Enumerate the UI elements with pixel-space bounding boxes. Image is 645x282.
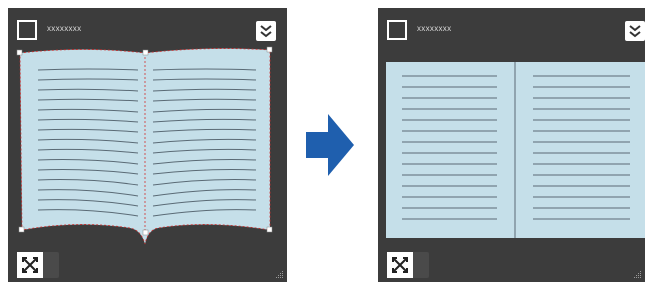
- crossed-arrows-icon: [392, 257, 408, 273]
- warp-panel-after: xxxxxxxx: [378, 8, 645, 282]
- toggle-knob[interactable]: [17, 252, 43, 278]
- handle-top-left: [16, 49, 23, 56]
- resize-grip-icon[interactable]: [632, 269, 642, 279]
- warp-panel-before: xxxxxxxx: [8, 8, 287, 282]
- handle-bottom-right: [266, 226, 273, 233]
- curved-page-canvas[interactable]: [8, 8, 287, 282]
- flat-page-canvas[interactable]: [378, 8, 645, 282]
- handle-top-right: [266, 46, 273, 53]
- arrow-right-icon: [306, 114, 354, 176]
- handle-bottom-center: [142, 229, 149, 236]
- crossed-arrows-icon: [22, 257, 38, 273]
- warp-toggle[interactable]: [387, 252, 429, 278]
- toggle-knob[interactable]: [387, 252, 413, 278]
- resize-grip-icon[interactable]: [274, 269, 284, 279]
- handle-bottom-left: [18, 226, 25, 233]
- handle-top-center: [142, 49, 149, 56]
- warp-toggle[interactable]: [17, 252, 59, 278]
